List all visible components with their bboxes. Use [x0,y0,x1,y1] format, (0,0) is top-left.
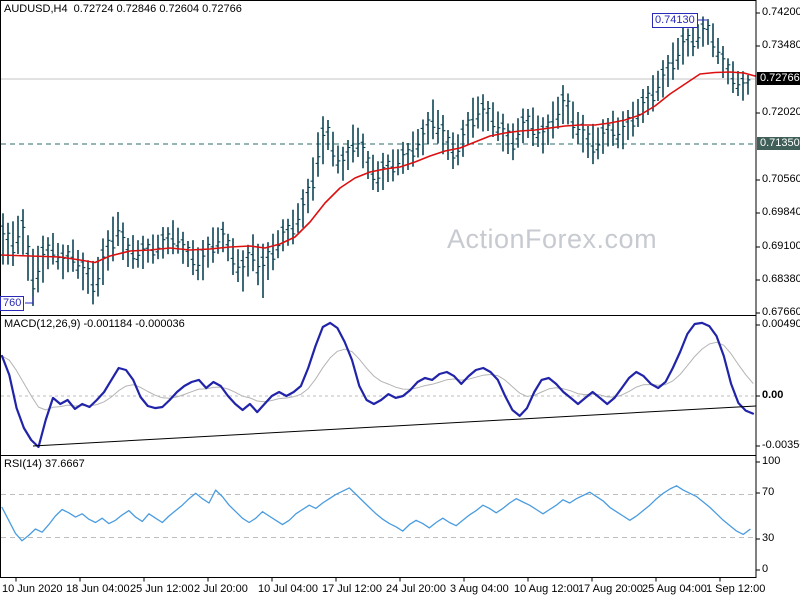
time-axis-label: 10 Jun 2020 [2,583,63,595]
time-axis-label: 17 Jul 12:00 [322,583,382,595]
macd-axis-label: -0.003564 [762,439,800,451]
time-axis-label: 17 Aug 20:00 [578,583,643,595]
macd-axis-label: 0.00 [762,389,784,401]
rsi-axis-label: 100 [762,455,781,467]
time-axis-label: 24 Jul 20:00 [386,583,446,595]
price-axis-label: 0.70560 [762,173,800,185]
chart-canvas [0,0,760,582]
price-axis-label: 0.73480 [762,39,800,51]
support-price-badge: 0.71350 [757,137,800,150]
chart-window: ActionForex.com AUDUSD,H4 0.72724 0.7284… [0,0,800,600]
time-axis-label: 10 Jul 04:00 [258,583,318,595]
time-axis-label: 2 Jul 20:00 [194,583,248,595]
current-price-badge: 0.72766 [757,72,800,85]
price-axis-label: 0.67660 [762,306,800,318]
time-axis-label: 10 Aug 12:00 [514,583,579,595]
price-axis-label: 0.69100 [762,240,800,252]
time-axis-label: 18 Jun 04:00 [66,583,130,595]
rsi-axis-label: 30 [762,532,775,544]
price-axis-label: 0.68380 [762,273,800,285]
time-axis-label: 25 Aug 04:00 [642,583,707,595]
macd-axis-label: 0.004906 [762,318,800,330]
low-price-annotation: 760 [0,296,25,311]
rsi-axis-label: 0 [762,563,769,575]
price-axis-label: 0.72020 [762,106,800,118]
peak-price-annotation: 0.74130 [652,13,698,28]
macd-title: MACD(12,26,9) -0.001184 -0.000036 [4,318,185,330]
time-axis-label: 1 Sep 12:00 [706,583,766,595]
time-axis-label: 25 Jun 12:00 [130,583,194,595]
rsi-title: RSI(14) 37.6667 [4,458,85,470]
time-axis-label: 3 Aug 04:00 [450,583,509,595]
rsi-axis-label: 70 [762,486,775,498]
price-axis-label: 0.74200 [762,6,800,18]
symbol-ohlc-title: AUDUSD,H4 0.72724 0.72846 0.72604 0.7276… [4,3,242,15]
price-axis-label: 0.69840 [762,206,800,218]
